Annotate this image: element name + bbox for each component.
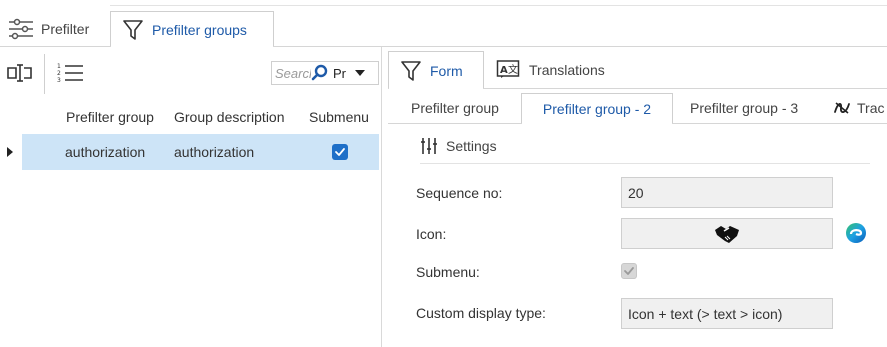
column-chooser-icon[interactable] [6, 62, 34, 84]
submenu-checkbox[interactable] [332, 144, 348, 160]
numbered-list-icon[interactable]: 123 [56, 62, 84, 84]
column-header-prefilter-group[interactable]: Prefilter group [66, 109, 154, 125]
svg-text:文: 文 [508, 63, 518, 76]
chevron-down-icon[interactable] [353, 68, 367, 78]
subtab-prefilter-group-3-label: Prefilter group - 3 [690, 100, 799, 116]
trace-icon [833, 100, 851, 116]
display-type-field[interactable]: Icon + text (> text > icon) [621, 298, 833, 329]
svg-text:2: 2 [57, 70, 61, 77]
top-divider [110, 5, 887, 6]
row-indicator-icon [6, 146, 14, 158]
filter-icon [123, 19, 143, 41]
column-header-submenu[interactable]: Submenu [309, 109, 369, 125]
tab-prefilter-groups-label: Prefilter groups [152, 21, 247, 38]
tab-form-label: Form [430, 62, 463, 79]
toolbar-separator [44, 54, 45, 94]
settings-title: Settings [446, 138, 497, 154]
submenu-checkbox-readonly [621, 263, 637, 279]
search-icon[interactable] [311, 64, 329, 82]
sequence-label: Sequence no: [416, 185, 503, 201]
settings-sliders-icon [420, 137, 438, 155]
subtab-prefilter-group-label: Prefilter group [411, 100, 499, 116]
cell-prefilter-group: authorization [65, 144, 146, 160]
panel-splitter[interactable] [381, 47, 382, 347]
tab-form[interactable]: Form [388, 51, 484, 89]
subtab-prefilter-group-2[interactable]: Prefilter group - 2 [521, 93, 673, 124]
icon-label: Icon: [416, 226, 447, 242]
svg-text:A: A [500, 65, 508, 76]
tab-prefilter-groups[interactable]: Prefilter groups [110, 11, 274, 47]
subtab-prefilter-group-3[interactable]: Prefilter group - 3 [690, 93, 798, 123]
edge-browser-icon[interactable] [845, 222, 867, 244]
tab-translations[interactable]: A 文 Translations [496, 51, 605, 89]
check-icon [335, 148, 345, 156]
column-header-group-description[interactable]: Group description [174, 109, 285, 125]
tab-prefilter-label: Prefilter [41, 20, 90, 37]
search-mode-select[interactable]: Pr [333, 66, 353, 81]
svg-text:3: 3 [57, 77, 61, 84]
subtab-prefilter-group-2-label: Prefilter group - 2 [542, 101, 652, 117]
icon-field[interactable] [621, 218, 833, 249]
translate-icon: A 文 [496, 59, 520, 81]
handshake-icon [714, 224, 740, 244]
search-box[interactable]: Search Pr [271, 61, 379, 85]
subtab-trac[interactable]: Trac [833, 93, 887, 123]
subtab-trac-label: Trac [857, 100, 885, 116]
svg-text:1: 1 [57, 63, 61, 70]
display-type-value: Icon + text (> text > icon) [628, 305, 783, 322]
cell-group-description: authorization [174, 144, 255, 160]
settings-divider [420, 163, 870, 164]
tab-prefilter[interactable]: Prefilter [0, 11, 110, 46]
check-icon [624, 267, 634, 275]
search-input[interactable]: Search [275, 66, 311, 81]
sliders-icon [8, 18, 34, 40]
settings-section-header[interactable]: Settings [420, 137, 497, 155]
tab-translations-label: Translations [529, 62, 605, 78]
sequence-value: 20 [628, 184, 644, 201]
sequence-field[interactable]: 20 [621, 177, 833, 208]
display-type-label: Custom display type: [416, 305, 546, 321]
submenu-label: Submenu: [416, 264, 480, 280]
filter-icon [401, 60, 421, 82]
subtab-prefilter-group[interactable]: Prefilter group [411, 93, 499, 123]
